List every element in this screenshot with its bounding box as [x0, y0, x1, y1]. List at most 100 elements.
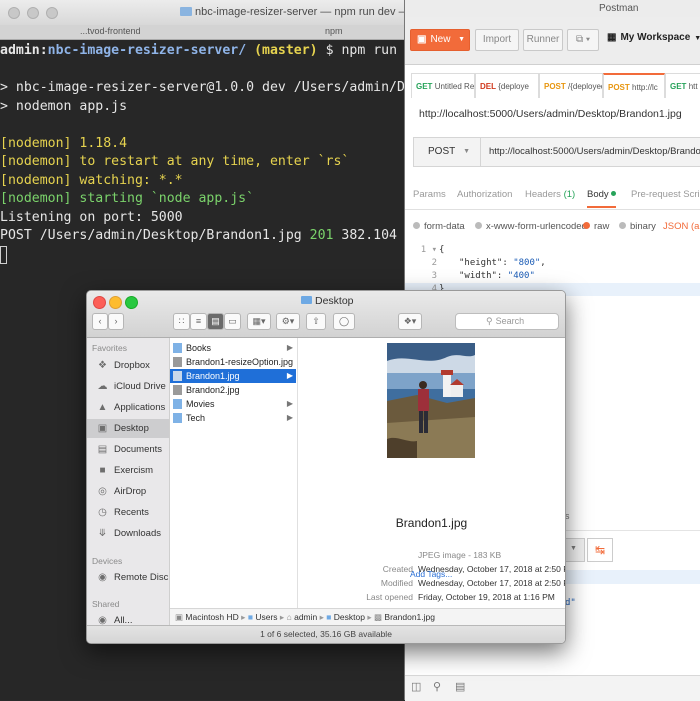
group-button[interactable]: ▦▾ — [247, 313, 271, 330]
body-editor[interactable]: 1 ▾ 2 3 4 { "height": "800", "width": "4… — [405, 244, 700, 296]
request-tab[interactable]: POST /{deployed: — [539, 73, 603, 98]
sidebar-item-downloads[interactable]: ⤋ Downloads — [87, 524, 169, 543]
folder-icon: ■ — [247, 612, 253, 622]
icon-view-button[interactable]: ∷ — [173, 313, 190, 330]
path-item[interactable]: admin — [294, 612, 317, 622]
gallery-view-button[interactable]: ▭ — [224, 313, 241, 330]
list-item[interactable]: Brandon1-resizeOption.jpg — [170, 355, 296, 369]
console-icon[interactable]: ▤ — [455, 680, 465, 693]
minimize-icon[interactable] — [27, 7, 39, 19]
format-select[interactable]: ▼ — [563, 538, 585, 562]
add-tags-link[interactable]: Add Tags... — [410, 569, 452, 579]
radio-urlencoded[interactable]: x-www-form-urlencoded — [475, 221, 587, 232]
tab-prerequest[interactable]: Pre-request Script — [631, 189, 700, 200]
code-line: { — [439, 245, 445, 255]
request-tab[interactable]: GET Untitled Req — [411, 73, 475, 98]
chevron-right-icon: ▶ — [286, 371, 293, 380]
finder-window[interactable]: Desktop ‹ › ∷ ≡ ▤ ▭ ▦▾ ⚙▾ ⇧ ◯ ❖▾ ⚲ Search… — [86, 290, 566, 644]
terminal-tab[interactable]: npm — [325, 26, 343, 36]
request-tab[interactable]: DEL {deploye — [475, 73, 539, 98]
tab-params[interactable]: Params — [413, 189, 446, 200]
sidebar-item-desktop[interactable]: ▣ Desktop — [87, 419, 169, 438]
list-item[interactable]: Books ▶ — [170, 341, 296, 355]
search-input[interactable]: ⚲ Search — [455, 313, 559, 330]
sidebar-item-applications[interactable]: ▲ Applications — [87, 398, 169, 417]
terminal-tab[interactable]: ...tvod-frontend — [80, 26, 141, 36]
tab-authorization[interactable]: Authorization — [457, 189, 512, 200]
window-plus-icon: ⧉ ▾ — [575, 34, 591, 45]
sidebar-item-documents[interactable]: ▤ Documents — [87, 440, 169, 459]
path-item[interactable]: Macintosh HD — [185, 612, 238, 622]
sidebar-item-airdrop[interactable]: ◎ AirDrop — [87, 482, 169, 501]
postman-titlebar: Postman — [405, 0, 700, 18]
sidebar-item-icloud[interactable]: ☁ iCloud Drive — [87, 377, 169, 396]
dropbox-button[interactable]: ❖▾ — [398, 313, 422, 330]
share-button[interactable]: ⇧ — [306, 313, 326, 330]
radio-form-data[interactable]: form-data — [413, 221, 465, 232]
wrap-lines-icon[interactable]: ↹ — [587, 538, 613, 562]
sidebar-toggle-icon[interactable]: ◫ — [411, 680, 421, 693]
chevron-right-icon: ▶ — [286, 343, 293, 352]
sidebar-item-recents[interactable]: ◷ Recents — [87, 503, 169, 522]
action-gear-button[interactable]: ⚙▾ — [276, 313, 300, 330]
sidebar-item-label: iCloud Drive — [114, 381, 166, 392]
list-item[interactable]: Brandon2.jpg — [170, 383, 296, 397]
close-icon[interactable] — [8, 7, 20, 19]
sidebar-item-remote-disc[interactable]: ◉ Remote Disc — [87, 568, 169, 587]
disk-icon: ▣ — [175, 612, 184, 622]
sidebar-item-dropbox[interactable]: ❖ Dropbox — [87, 356, 169, 375]
zoom-icon[interactable] — [46, 7, 58, 19]
sidebar-item-label: Applications — [114, 402, 166, 413]
json-key: "height": — [459, 258, 514, 268]
url-input[interactable]: http://localhost:5000/Users/admin/Deskto… — [481, 137, 700, 167]
terminal-output[interactable]: admin:nbc-image-resizer-server/ (master)… — [0, 42, 405, 264]
image-thumbnail[interactable] — [387, 343, 475, 458]
radio-raw[interactable]: raw — [583, 221, 609, 232]
meta-value: Friday, October 19, 2018 at 1:16 PM — [418, 592, 555, 602]
forward-button[interactable]: › — [108, 313, 124, 330]
meta-key: Modified — [380, 578, 413, 588]
column-view-button[interactable]: ▤ — [207, 313, 224, 330]
list-item-selected[interactable]: Brandon1.jpg ▶ — [170, 369, 296, 383]
new-label: New — [430, 34, 451, 45]
path-item[interactable]: Users — [255, 612, 277, 622]
method-badge: DEL — [480, 82, 496, 91]
finder-toolbar: Desktop ‹ › ∷ ≡ ▤ ▭ ▦▾ ⚙▾ ⇧ ◯ ❖▾ ⚲ Search — [87, 291, 565, 338]
back-button[interactable]: ‹ — [92, 313, 108, 330]
close-icon[interactable] — [93, 296, 106, 309]
json-comma: , — [540, 258, 546, 268]
path-item[interactable]: Desktop — [334, 612, 365, 622]
line-number: 1 ▾ — [420, 245, 437, 255]
list-item[interactable]: Movies ▶ — [170, 397, 296, 411]
radio-label: raw — [594, 221, 610, 232]
runner-button[interactable]: Runner — [523, 29, 563, 51]
radio-binary[interactable]: binary — [619, 221, 656, 232]
sidebar-item-label: Downloads — [114, 528, 161, 539]
postman-title: Postman — [599, 3, 639, 14]
tab-headers[interactable]: Headers (1) — [525, 189, 575, 200]
folder-icon: ■ — [326, 612, 332, 622]
sidebar-item-exercism[interactable]: ■ Exercism — [87, 461, 169, 480]
import-button[interactable]: Import — [475, 29, 519, 51]
chevron-right-icon: ▸ — [279, 612, 285, 622]
path-item[interactable]: Brandon1.jpg — [384, 612, 435, 622]
method-select[interactable]: POST ▼ — [413, 137, 481, 167]
list-item[interactable]: Tech ▶ — [170, 411, 296, 425]
response-fragment: d" — [565, 598, 576, 608]
chevron-right-icon: ▸ — [319, 612, 324, 622]
new-window-button[interactable]: ⧉ ▾ — [567, 29, 599, 51]
status-bar: 1 of 6 selected, 35.16 GB available — [87, 625, 565, 643]
workspace-selector[interactable]: ▦ My Workspace ▼ — [607, 32, 700, 43]
search-icon[interactable]: ⚲ — [433, 680, 441, 693]
new-button[interactable]: ▣ New ▼ — [410, 29, 470, 51]
grid-icon: ▦ — [607, 32, 617, 43]
tag-button[interactable]: ◯ — [333, 313, 355, 330]
list-view-button[interactable]: ≡ — [190, 313, 207, 330]
tab-body[interactable]: Body — [587, 189, 617, 208]
content-type-select[interactable]: JSON (appl — [663, 221, 700, 232]
request-tab-active[interactable]: POST http://lc — [603, 73, 665, 98]
tab-label: Untitled Req — [434, 82, 475, 91]
zoom-icon[interactable] — [125, 296, 138, 309]
minimize-icon[interactable] — [109, 296, 122, 309]
request-tab[interactable]: GET htt — [665, 73, 700, 98]
